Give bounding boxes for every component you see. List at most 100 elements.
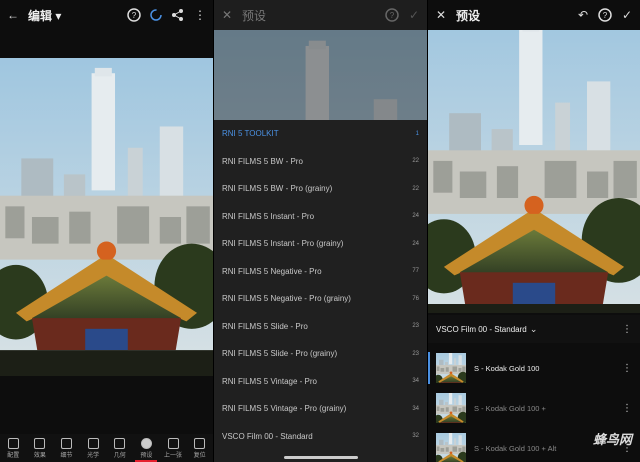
home-indicator: [284, 456, 358, 459]
more-icon[interactable]: ⋮: [622, 403, 632, 414]
preset-item-name: S - Kodak Gold 100: [474, 363, 540, 373]
chevron-down-icon: ⌄: [529, 323, 538, 334]
toolbar-item-label: 光学: [87, 453, 100, 459]
watermark-logo: 蜂鸟网: [592, 432, 632, 447]
close-icon[interactable]: ✕: [220, 8, 234, 22]
help-icon[interactable]: ?: [598, 8, 612, 22]
preset-item[interactable]: S - Kodak Gold 100 + ⋮: [428, 388, 640, 428]
toolbar-item[interactable]: 细节: [56, 438, 78, 459]
preset-item-name: S - Kodak Gold 100 + Alt: [474, 443, 557, 453]
toolbar-item[interactable]: 预设: [135, 438, 158, 462]
preset-group-name: RNI FILMS 5 Slide - Pro: [222, 321, 308, 331]
share-icon[interactable]: [171, 8, 185, 22]
preset-group-name: RNI 5 TOOLKIT: [222, 129, 279, 139]
preset-group-count: 34: [412, 405, 419, 412]
preset-group-row[interactable]: RNI FILMS 5 BW - Pro 22: [214, 148, 427, 176]
preset-groups-panel: ✕ 预设 ? ✓ RNI 5 TOOLKIT 1 RNI FILMS 5 BW - …: [214, 0, 427, 462]
preset-group-count: 22: [412, 158, 419, 165]
back-arrow-icon[interactable]: ←: [6, 8, 20, 22]
help-icon[interactable]: ?: [385, 8, 399, 22]
preset-group-name: RNI FILMS 5 BW - Pro (grainy): [222, 184, 333, 194]
toolbar-item[interactable]: 光学: [82, 438, 104, 459]
preset-thumbnail: [436, 393, 466, 423]
svg-text:?: ?: [603, 11, 608, 20]
preset-group-count: 1: [415, 130, 419, 137]
preset-group-row[interactable]: VSCO Film 00 - Standard 32: [214, 423, 427, 451]
preset-group-row[interactable]: RNI FILMS 5 Slide - Pro 23: [214, 313, 427, 341]
preset-group-name: VSCO Film 00 - Standard: [222, 431, 313, 441]
toolbar-item-label: 几何: [113, 453, 126, 459]
preset-group-name: RNI FILMS 5 BW - Pro: [222, 156, 303, 166]
toolbar-item[interactable]: 复位: [189, 438, 211, 459]
preset-group-row[interactable]: RNI FILMS 5 Vintage - Pro 34: [214, 368, 427, 396]
presets-topbar: ✕ 预设 ? ✓: [214, 0, 427, 30]
preset-group-count: 32: [412, 433, 419, 440]
toolbar-item-label: 细节: [60, 453, 73, 459]
toolbar-item[interactable]: 上一张: [162, 438, 184, 459]
more-icon[interactable]: ⋮: [622, 324, 632, 335]
toolbar-item[interactable]: 效果: [29, 438, 51, 459]
help-icon[interactable]: ?: [127, 8, 141, 22]
preset-group-row[interactable]: RNI FILMS 5 Instant - Pro 24: [214, 203, 427, 231]
preset-thumbnail: [436, 353, 466, 383]
svg-text:?: ?: [132, 11, 137, 20]
edit-toolbar: 配置 效果 细节 光学 几何 预设 上一张 复位: [0, 434, 213, 462]
tool-icon: [167, 438, 179, 449]
check-icon[interactable]: ✓: [620, 8, 634, 22]
edit-panel: ← 编辑 ▾ ? ⋮ 配置 效果 细节 光学 几何 预设 上一张 复位: [0, 0, 213, 462]
preset-group-name: RNI FILMS 5 Vintage - Pro: [222, 376, 317, 386]
preset-detail-title: 预设: [456, 8, 481, 23]
preset-detail-panel: ✕ 预设 ↶ ? ✓ VSCO Film 00 - Standard ⌄ ⋮ S…: [428, 0, 640, 462]
preset-group-name: RNI FILMS 5 Vintage - Pro (grainy): [222, 404, 347, 414]
toolbar-item-label: 配置: [7, 453, 20, 459]
preset-group-name: RNI FILMS 5 Slide - Pro (grainy): [222, 349, 338, 359]
preset-group-row[interactable]: RNI 5 TOOLKIT 1: [214, 120, 427, 148]
sync-icon[interactable]: [149, 8, 163, 22]
photo-canvas[interactable]: [428, 30, 640, 313]
tool-icon: [61, 438, 73, 449]
tool-icon: [194, 438, 206, 449]
preset-group-name: RNI FILMS 5 Negative - Pro (grainy): [222, 294, 351, 304]
more-icon[interactable]: ⋮: [622, 363, 632, 374]
undo-icon[interactable]: ↶: [576, 8, 590, 22]
preset-group-label: VSCO Film 00 - Standard: [436, 324, 527, 334]
preset-group-row[interactable]: RNI FILMS 5 Vintage - Pro (grainy) 34: [214, 395, 427, 423]
preset-group-list: RNI 5 TOOLKIT 1 RNI FILMS 5 BW - Pro 22 RNI …: [214, 120, 427, 462]
check-icon[interactable]: ✓: [407, 8, 421, 22]
more-icon[interactable]: ⋮: [193, 8, 207, 22]
toolbar-item-label: 预设: [140, 453, 153, 459]
preset-group-name: RNI FILMS 5 Instant - Pro: [222, 211, 315, 221]
preset-group-count: 77: [412, 268, 419, 275]
preset-group-count: 24: [412, 213, 419, 220]
preset-item[interactable]: S - Kodak Gold 100 ⋮: [428, 348, 640, 388]
toolbar-item-label: 效果: [33, 453, 46, 459]
toolbar-item-label: 复位: [193, 453, 206, 459]
preset-group-selector[interactable]: VSCO Film 00 - Standard ⌄ ⋮: [428, 315, 640, 343]
preset-group-row[interactable]: RNI FILMS 5 Negative - Pro 77: [214, 258, 427, 286]
preset-group-row[interactable]: RNI FILMS 5 Instant - Pro (grainy) 24: [214, 230, 427, 258]
toolbar-item-label: 上一张: [164, 453, 183, 459]
preset-group-row[interactable]: RNI FILMS 5 BW - Pro (grainy) 22: [214, 175, 427, 203]
preset-group-name: RNI FILMS 5 Instant - Pro (grainy): [222, 239, 344, 249]
preset-group-count: 24: [412, 240, 419, 247]
preset-item-name: S - Kodak Gold 100 +: [474, 403, 546, 413]
tool-icon: [87, 438, 99, 449]
edit-topbar: ← 编辑 ▾ ? ⋮: [0, 0, 213, 30]
svg-text:?: ?: [390, 11, 395, 20]
preset-group-count: 34: [412, 378, 419, 385]
preset-group-count: 22: [412, 185, 419, 192]
photo-canvas[interactable]: [0, 58, 213, 376]
edit-title[interactable]: 编辑 ▾: [28, 7, 61, 24]
toolbar-item[interactable]: 配置: [2, 438, 24, 459]
close-icon[interactable]: ✕: [434, 8, 448, 22]
presets-title: 预设: [242, 8, 267, 23]
photo-preview: [214, 30, 427, 120]
preset-group-name: RNI FILMS 5 Negative - Pro: [222, 266, 322, 276]
preset-group-count: 23: [412, 350, 419, 357]
preset-group-row[interactable]: RNI FILMS 5 Negative - Pro (grainy) 76: [214, 285, 427, 313]
preset-thumbnail: [436, 433, 466, 462]
preset-detail-topbar: ✕ 预设 ↶ ? ✓: [428, 0, 640, 30]
toolbar-item[interactable]: 几何: [109, 438, 131, 459]
tool-icon: [140, 438, 152, 449]
preset-group-row[interactable]: RNI FILMS 5 Slide - Pro (grainy) 23: [214, 340, 427, 368]
